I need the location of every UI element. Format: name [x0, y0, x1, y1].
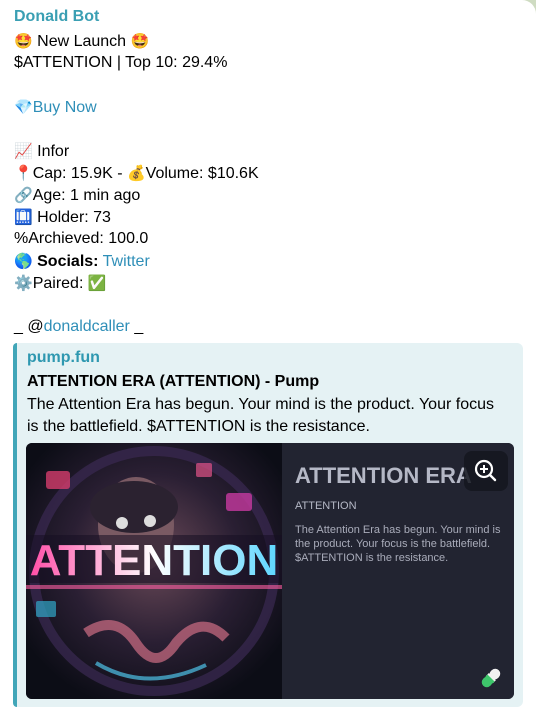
chart-up-icon: 📈 — [14, 142, 33, 160]
zoom-in-button[interactable] — [464, 451, 508, 491]
message-text: 🤩 New Launch 🤩 $ATTENTION | Top 10: 29.4… — [14, 30, 514, 338]
ticker-line: $ATTENTION | Top 10: 29.4% — [14, 54, 228, 71]
message-bubble: Donald Bot 🤩 New Launch 🤩 $ATTENTION | T… — [0, 0, 536, 720]
star-struck-icon: 🤩 — [14, 32, 33, 50]
artwork-text: ATTENTION — [30, 536, 279, 585]
cap-text: Cap: 15.9K - — [32, 165, 127, 182]
pill-icon — [481, 668, 501, 688]
caller-link[interactable]: donaldcaller — [44, 318, 130, 335]
launch-line: 🤩 New Launch 🤩 — [14, 30, 514, 52]
preview-site-name: pump.fun — [27, 349, 100, 366]
buy-line: 💎Buy Now — [14, 96, 514, 118]
caller-line: _ @donaldcaller _ — [14, 316, 514, 338]
holder-icon: 🛄 — [14, 208, 33, 226]
globe-icon: 🌎 — [14, 252, 33, 270]
paired-text: Paired: — [32, 275, 88, 292]
attention-artwork: ATTENTION — [26, 443, 282, 699]
diamond-icon: 💎 — [14, 98, 33, 116]
age-text: Age: 1 min ago — [32, 187, 141, 204]
paired-line: ⚙️Paired: ✅ — [14, 272, 514, 294]
caller-suffix: _ — [129, 318, 144, 335]
socials-label: Socials: — [32, 253, 99, 270]
preview-title: ATTENTION ERA (ATTENTION) - Pump — [27, 373, 320, 390]
infor-line: 📈 Infor — [14, 140, 514, 162]
card-title: ATTENTION ERA — [295, 463, 472, 488]
launch-text: New Launch — [32, 33, 131, 50]
star-struck-icon: 🤩 — [130, 32, 150, 50]
infor-text: Infor — [32, 143, 70, 160]
link-preview[interactable]: pump.fun ATTENTION ERA (ATTENTION) - Pum… — [13, 343, 523, 707]
card-description: The Attention Era has begun. Your mind i… — [295, 524, 501, 564]
twitter-link[interactable]: Twitter — [99, 253, 150, 270]
check-mark-icon: ✅ — [87, 274, 107, 292]
preview-image[interactable]: ATTENTION ATTENTION ERA ATTENTION The At… — [26, 443, 514, 699]
buy-now-link[interactable]: Buy Now — [33, 99, 97, 116]
preview-description: The Attention Era has begun. Your mind i… — [27, 396, 494, 435]
sender-name[interactable]: Donald Bot — [14, 8, 99, 26]
preview-accent-bar — [13, 343, 17, 707]
socials-line: 🌎 Socials: Twitter — [14, 250, 514, 272]
holder-text: Holder: 73 — [32, 209, 111, 226]
link-icon: 🔗 — [14, 186, 33, 204]
holder-line: 🛄 Holder: 73 — [14, 206, 514, 228]
age-line: 🔗Age: 1 min ago — [14, 184, 514, 206]
gear-icon: ⚙️ — [14, 274, 33, 292]
card-ticker: ATTENTION — [295, 500, 357, 512]
money-bag-icon: 💰 — [126, 164, 146, 182]
cap-line: 📍Cap: 15.9K - 💰Volume: $10.6K — [14, 162, 514, 184]
archieved-line: %Archieved: 100.0 — [14, 230, 149, 247]
volume-text: Volume: $10.6K — [145, 165, 259, 182]
caller-prefix: _ @ — [14, 318, 44, 335]
zoom-in-icon — [474, 459, 497, 482]
pin-icon: 📍 — [14, 164, 33, 182]
